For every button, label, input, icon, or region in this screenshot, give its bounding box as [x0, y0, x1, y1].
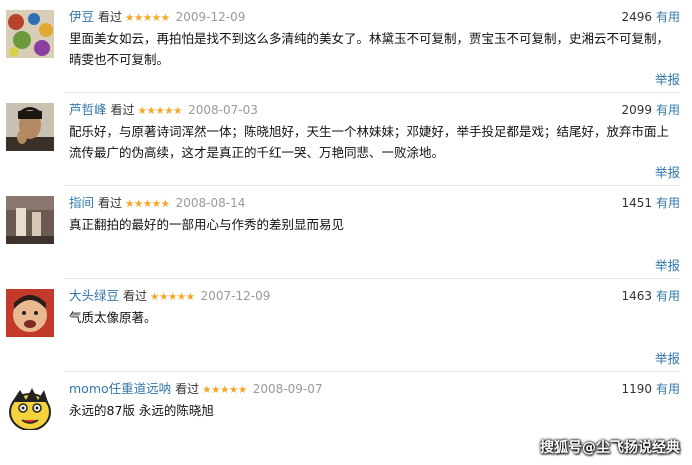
username-link[interactable]: 芦哲峰 — [69, 102, 107, 117]
watermark: 搜狐号@尘飞扬说经典 — [540, 440, 680, 456]
review-content: 永远的87版 永远的陈晓旭 — [69, 403, 214, 418]
avatar[interactable] — [6, 382, 54, 430]
review-item: 大头绿豆 看过 ★★★★★ 2007-12-09 1463 有用 气质太像原著。 举报 — [0, 279, 692, 372]
avatar[interactable] — [6, 10, 54, 58]
review-meta: 伊豆 看过 ★★★★★ 2009-12-09 — [69, 8, 245, 26]
review-content: 气质太像原著。 — [69, 310, 157, 325]
review-content: 里面美女如云，再拍怕是找不到这么多清纯的美女了。林黛玉不可复制，贾宝玉不可复制，… — [69, 31, 670, 67]
rating-stars: ★★★★★ — [137, 105, 183, 117]
review-date: 2007-12-09 — [200, 289, 271, 303]
report-link[interactable]: 举报 — [655, 258, 680, 274]
review-item: 伊豆 看过 ★★★★★ 2009-12-09 2496 有用 里面美女如云，再拍怕是找不… — [0, 0, 692, 93]
useful-votes: 1463 有用 — [621, 287, 680, 305]
useful-button[interactable]: 有用 — [656, 196, 680, 210]
useful-votes: 1190 有用 — [621, 380, 680, 398]
review-item: 指间 看过 ★★★★★ 2008-08-14 1451 有用 真正翻拍的最好的一部用心与… — [0, 186, 692, 279]
useful-count: 2099 — [621, 103, 652, 117]
watch-status: 看过 — [110, 103, 135, 117]
watch-status: 看过 — [175, 382, 200, 396]
useful-button[interactable]: 有用 — [656, 103, 680, 117]
avatar[interactable] — [6, 196, 54, 244]
review-meta: momo任重道远呐 看过 ★★★★★ 2008-09-07 — [69, 380, 323, 398]
rating-stars: ★★★★★ — [125, 198, 170, 210]
rating-stars: ★★★★★ — [202, 384, 247, 396]
rating-stars: ★★★★★ — [150, 291, 195, 303]
useful-button[interactable]: 有用 — [656, 382, 680, 396]
username-link[interactable]: momo任重道远呐 — [69, 381, 171, 396]
username-link[interactable]: 大头绿豆 — [69, 288, 119, 303]
useful-votes: 2496 有用 — [621, 8, 680, 26]
watch-status: 看过 — [98, 10, 123, 24]
useful-count: 2496 — [621, 10, 652, 24]
review-meta: 大头绿豆 看过 ★★★★★ 2007-12-09 — [69, 287, 270, 305]
useful-votes: 1451 有用 — [621, 194, 680, 212]
useful-button[interactable]: 有用 — [656, 10, 680, 24]
review-date: 2008-09-07 — [252, 382, 323, 396]
useful-count: 1463 — [621, 289, 652, 303]
useful-button[interactable]: 有用 — [656, 289, 680, 303]
report-link[interactable]: 举报 — [655, 351, 680, 367]
avatar[interactable] — [6, 103, 54, 151]
review-meta: 指间 看过 ★★★★★ 2008-08-14 — [69, 194, 245, 212]
watch-status: 看过 — [98, 196, 123, 210]
review-meta: 芦哲峰 看过 ★★★★★ 2008-07-03 — [69, 101, 258, 119]
username-link[interactable]: 伊豆 — [69, 9, 94, 24]
useful-votes: 2099 有用 — [621, 101, 680, 119]
useful-count: 1190 — [621, 382, 652, 396]
review-content: 配乐好，与原著诗词浑然一体；陈晓旭好，天生一个林妹妹；邓婕好，举手投足都是戏；结… — [69, 124, 670, 160]
review-item: 芦哲峰 看过 ★★★★★ 2008-07-03 2099 有用 配乐好，与原著诗词浑然一… — [0, 93, 692, 186]
report-link[interactable]: 举报 — [655, 72, 680, 88]
useful-count: 1451 — [621, 196, 652, 210]
rating-stars: ★★★★★ — [125, 12, 170, 24]
review-date: 2009-12-09 — [175, 10, 246, 24]
avatar[interactable] — [6, 289, 54, 337]
watch-status: 看过 — [123, 289, 148, 303]
report-link[interactable]: 举报 — [655, 165, 680, 181]
review-content: 真正翻拍的最好的一部用心与作秀的差别显而易见 — [69, 217, 345, 232]
review-date: 2008-07-03 — [188, 103, 258, 117]
username-link[interactable]: 指间 — [69, 195, 94, 210]
review-date: 2008-08-14 — [175, 196, 246, 210]
